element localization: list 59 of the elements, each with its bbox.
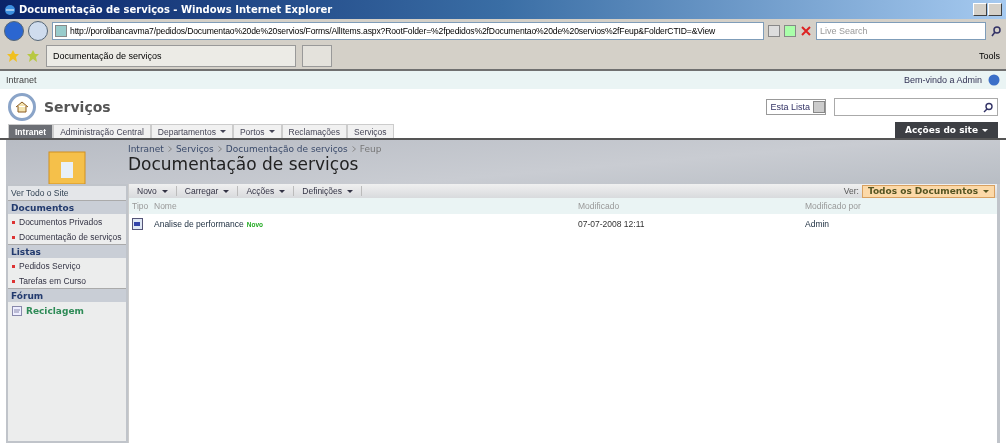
toolbar-menu[interactable]: Definições [294, 186, 362, 196]
nav-tab[interactable]: Serviços [347, 124, 394, 138]
restore-button[interactable] [988, 3, 1002, 16]
document-link[interactable]: Analise de performance [154, 219, 244, 229]
view-all-link[interactable]: Ver Todo o Site [8, 186, 126, 200]
table-cell-text: 07-07-2008 12:11 [577, 218, 646, 231]
site-actions-menu[interactable]: Acções do site [894, 122, 998, 138]
nav-tab[interactable]: Reclamações [281, 124, 347, 138]
window-title: Documentação de serviços - Windows Internet Explorer [19, 4, 333, 15]
sidebar-link[interactable]: Documentação de serviços [19, 232, 122, 242]
nav-tab[interactable]: Administração Central [53, 124, 151, 138]
view-label: Ver: [843, 186, 859, 196]
back-button[interactable] [4, 21, 24, 41]
nav-tab[interactable]: Departamentos [150, 124, 233, 138]
nav-tab[interactable]: Portos [232, 124, 282, 138]
dropdown-button[interactable] [768, 25, 780, 37]
favorites-star-icon[interactable] [6, 49, 20, 63]
toolbar-menu[interactable]: Acções [238, 186, 295, 196]
browser-logo-icon [4, 3, 16, 16]
chevron-icon [351, 146, 356, 152]
discussion-icon [12, 306, 22, 316]
breadcrumb-link[interactable]: Intranet [128, 144, 164, 154]
forward-button[interactable] [28, 21, 48, 41]
sidebar-heading[interactable]: Documentos [8, 200, 126, 214]
search-icon[interactable] [983, 101, 994, 113]
page-title: Documentação de serviços [128, 154, 360, 174]
new-tab-button[interactable] [302, 45, 332, 67]
sidebar-link[interactable]: Tarefas em Curso [19, 276, 87, 286]
document-icon [132, 218, 143, 230]
bullet-icon [12, 221, 15, 224]
sidebar-heading[interactable]: Fórum [8, 288, 126, 302]
sidebar-link[interactable]: Pedidos Serviço [19, 261, 81, 271]
site-title: Serviços [44, 99, 111, 115]
scope-dropdown[interactable]: Esta Lista [766, 99, 826, 115]
user-link[interactable]: Admin [805, 219, 830, 229]
bullet-icon [12, 265, 15, 268]
sidebar-heading[interactable]: Listas [8, 244, 126, 258]
sidebar-link[interactable]: Reciclagem [26, 306, 84, 316]
toolbar-menu[interactable]: Carregar [176, 186, 239, 196]
toolbar-menu[interactable]: Novo [129, 186, 177, 196]
welcome-menu[interactable]: Bem-vindo a Admin [903, 75, 982, 85]
breadcrumb-link[interactable]: Serviços [175, 144, 214, 154]
view-dropdown[interactable]: Todos os Documentos [861, 184, 995, 198]
bullet-icon [12, 280, 15, 283]
search-button[interactable] [990, 25, 1002, 37]
site-search-field[interactable] [834, 98, 998, 116]
home-icon[interactable] [8, 93, 36, 121]
minimize-button[interactable] [973, 3, 987, 16]
chevron-icon [167, 146, 172, 152]
address-field[interactable]: http://porolibancavma7/pedidos/Documentao%20de%20servios/Forms/AllItems.aspx?RootFolder=%2fpedidos%2fDocumentao%20de%20servios%2fFeup&FolderCTID=&View [52, 22, 764, 40]
nav-tab[interactable]: Intranet [8, 124, 54, 138]
sidebar-link[interactable]: Documentos Privados [19, 217, 103, 227]
breadcrumb-link[interactable]: Documentação de serviços [225, 144, 348, 154]
chevron-icon [217, 146, 222, 152]
site-link[interactable]: Intranet [6, 75, 37, 85]
bullet-icon [12, 236, 15, 239]
browser-tab[interactable]: Documentação de serviços [46, 45, 296, 67]
tools-menu[interactable]: Tools [979, 51, 1000, 61]
stop-button[interactable] [800, 25, 812, 37]
